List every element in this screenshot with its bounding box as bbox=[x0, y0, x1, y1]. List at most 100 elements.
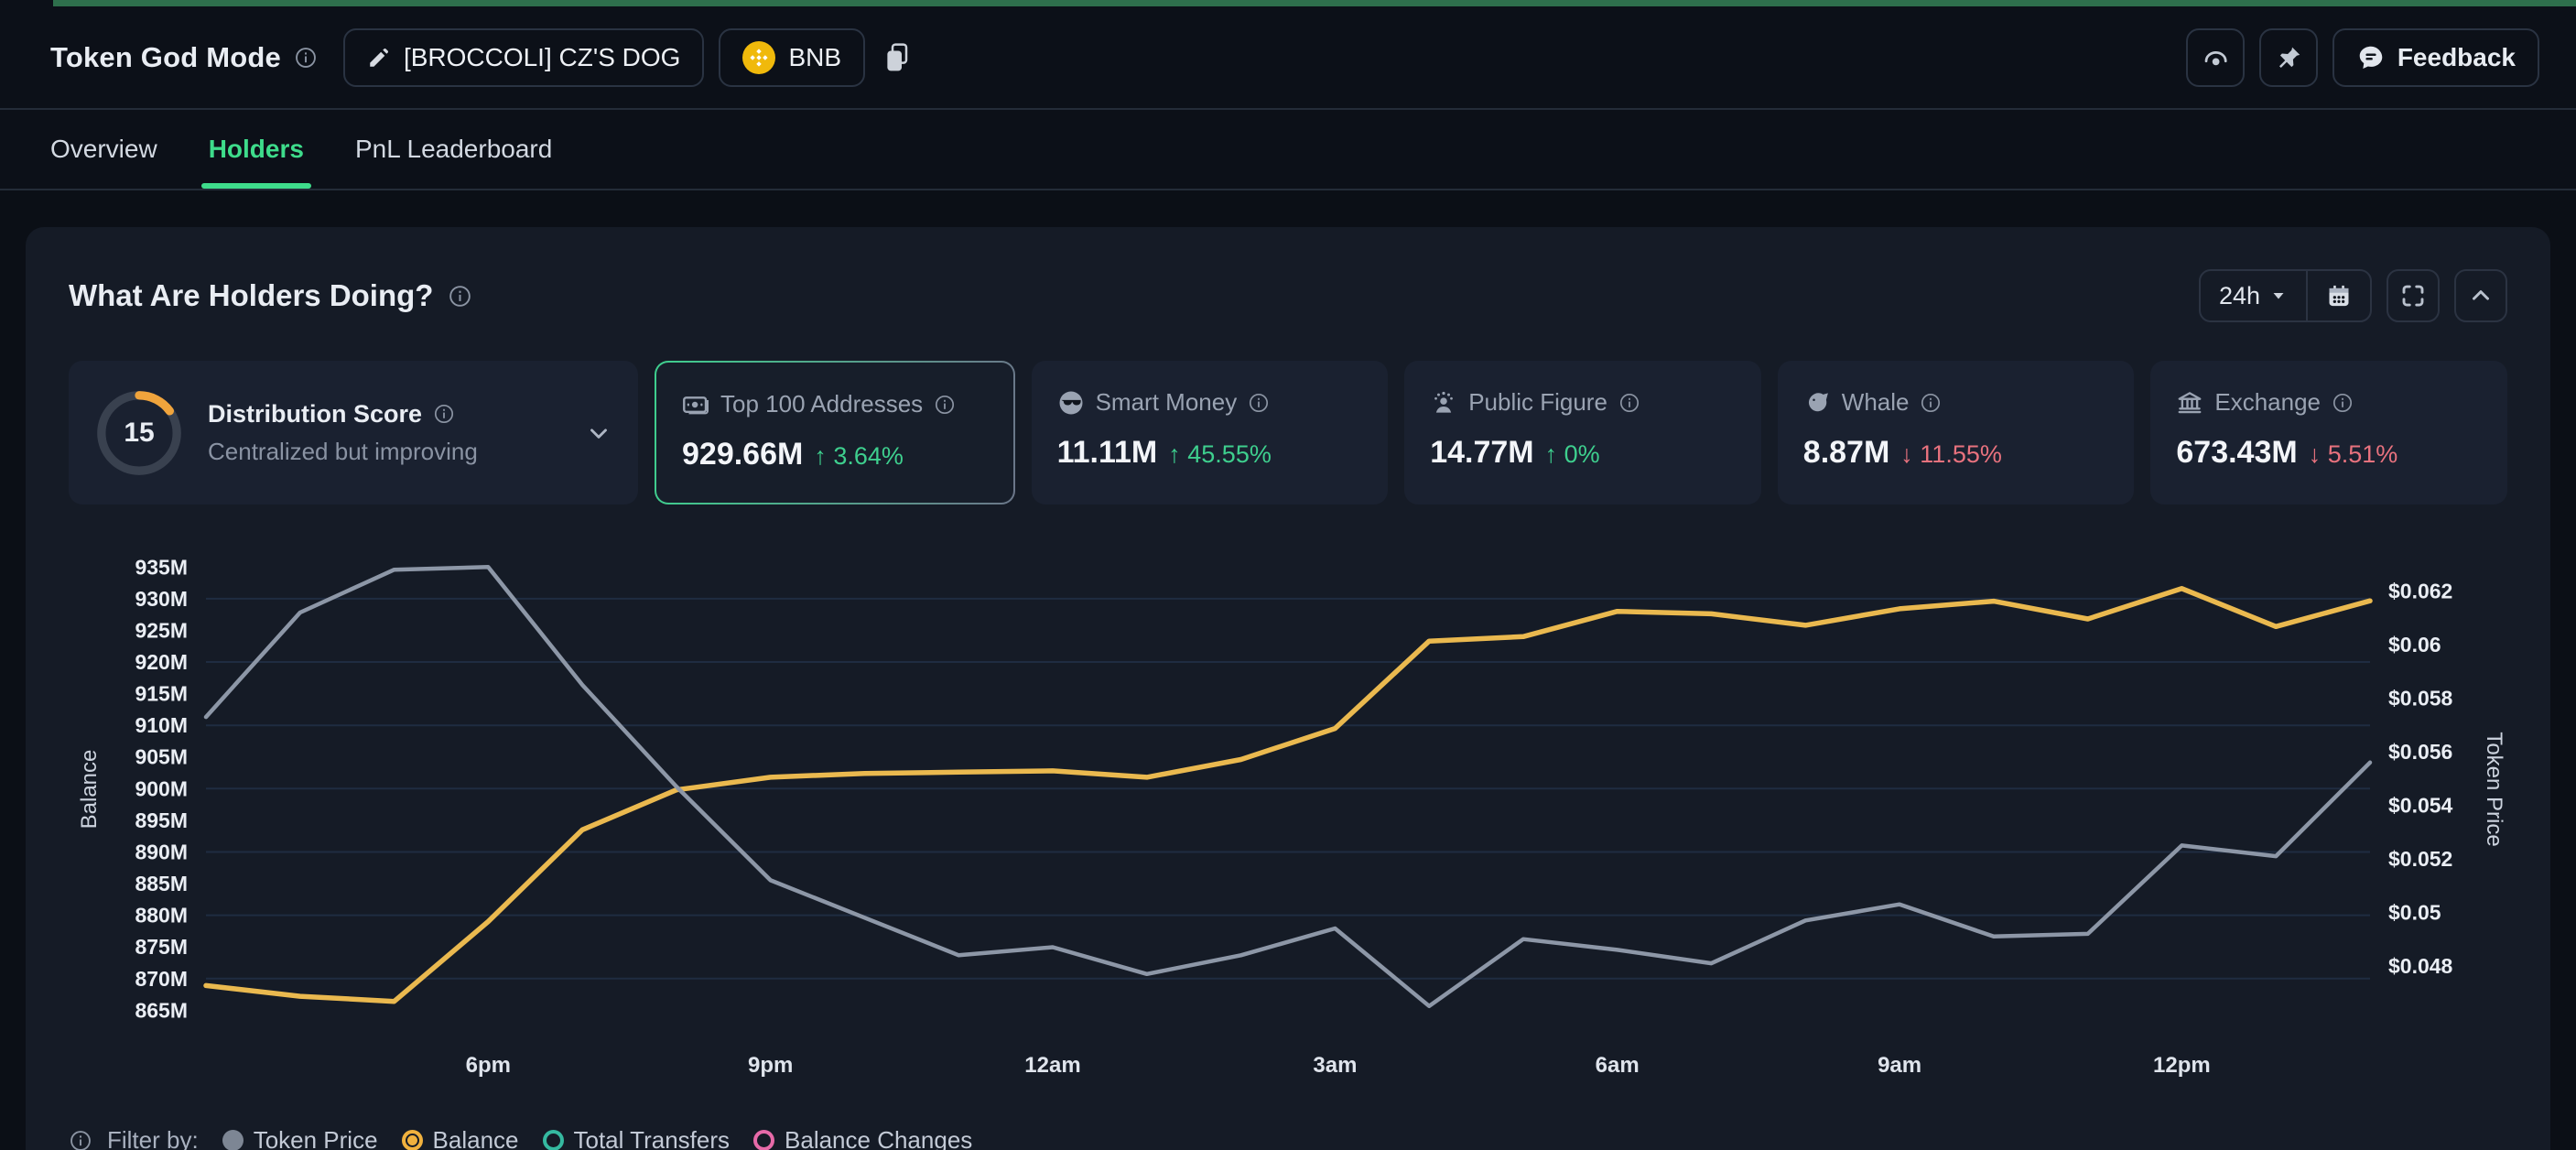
filter-label: Balance Changes bbox=[785, 1126, 972, 1150]
token-name: [BROCCOLI] CZ'S DOG bbox=[404, 43, 681, 72]
total-transfers-marker-icon bbox=[543, 1130, 564, 1150]
token-selector[interactable]: [BROCCOLI] CZ'S DOG bbox=[343, 28, 705, 87]
filter-balance-changes[interactable]: Balance Changes bbox=[753, 1126, 972, 1150]
left-axis-tick: 915M bbox=[135, 682, 188, 706]
pencil-icon bbox=[367, 46, 391, 70]
left-axis-tick: 925M bbox=[135, 618, 188, 642]
x-axis-tick: 9am bbox=[1878, 1053, 1921, 1078]
info-icon[interactable] bbox=[433, 403, 455, 425]
stat-label: Exchange bbox=[2214, 388, 2321, 417]
timeframe-group: 24h bbox=[2199, 269, 2372, 322]
filter-total-transfers[interactable]: Total Transfers bbox=[543, 1126, 731, 1150]
stat-value: 673.43M bbox=[2176, 435, 2297, 471]
left-axis-tick: 895M bbox=[135, 808, 188, 832]
stat-card-whale[interactable]: Whale 8.87M ↓ 11.55% bbox=[1778, 361, 2135, 504]
chain-selector[interactable]: BNB bbox=[719, 28, 865, 87]
pin-button[interactable] bbox=[2259, 28, 2318, 87]
stat-card-exchange[interactable]: Exchange 673.43M ↓ 5.51% bbox=[2150, 361, 2507, 504]
left-axis-tick: 890M bbox=[135, 841, 188, 864]
stat-value: 8.87M bbox=[1803, 435, 1890, 471]
stat-change: ↓ 5.51% bbox=[2309, 440, 2398, 469]
main-content: What Are Holders Doing? 24h bbox=[0, 190, 2576, 1150]
left-axis-tick: 880M bbox=[135, 904, 188, 928]
info-icon[interactable] bbox=[1248, 392, 1270, 414]
tab-pnl-leaderboard[interactable]: PnL Leaderboard bbox=[355, 110, 552, 189]
chevron-down-icon bbox=[585, 419, 612, 447]
info-icon[interactable] bbox=[1920, 392, 1942, 414]
left-axis-tick: 935M bbox=[135, 555, 188, 579]
score-title: Distribution Score bbox=[208, 400, 422, 429]
x-axis-tick: 6am bbox=[1596, 1053, 1640, 1078]
public-figure-icon bbox=[1430, 389, 1457, 417]
right-axis-tick: $0.056 bbox=[2388, 740, 2452, 764]
stat-card-public-figure[interactable]: Public Figure 14.77M ↑ 0% bbox=[1404, 361, 1761, 504]
copy-address-button[interactable] bbox=[883, 41, 911, 74]
left-axis-title: Balance bbox=[77, 750, 102, 830]
filter-token-price[interactable]: Token Price bbox=[222, 1126, 378, 1150]
stat-cards-row: 15 Distribution Score Centralized but im… bbox=[69, 361, 2507, 504]
info-icon[interactable] bbox=[69, 1129, 92, 1150]
chart-controls: 24h bbox=[2199, 269, 2507, 322]
stat-label: Smart Money bbox=[1096, 388, 1238, 417]
timeframe-value: 24h bbox=[2219, 282, 2260, 310]
left-axis-tick: 885M bbox=[135, 872, 188, 895]
stat-value: 11.11M bbox=[1057, 435, 1158, 471]
info-icon[interactable] bbox=[2332, 392, 2354, 414]
filter-balance[interactable]: Balance bbox=[402, 1126, 519, 1150]
right-axis-tick: $0.062 bbox=[2388, 580, 2452, 603]
distribution-score-gauge: 15 bbox=[94, 388, 184, 478]
stat-card-top-100-addresses[interactable]: Top 100 Addresses 929.66M ↑ 3.64% bbox=[655, 361, 1015, 504]
filter-label: Balance bbox=[433, 1126, 519, 1150]
info-icon[interactable] bbox=[448, 284, 472, 309]
holders-activity-card: What Are Holders Doing? 24h bbox=[26, 227, 2550, 1150]
info-icon[interactable] bbox=[1618, 392, 1640, 414]
stat-change: ↑ 3.64% bbox=[814, 442, 904, 471]
smart-money-icon bbox=[1057, 389, 1085, 417]
calendar-icon bbox=[2326, 283, 2352, 309]
info-icon[interactable] bbox=[934, 394, 956, 416]
timeframe-dropdown[interactable]: 24h bbox=[2201, 271, 2306, 320]
bnb-logo-icon bbox=[742, 41, 775, 74]
calendar-button[interactable] bbox=[2308, 271, 2370, 320]
exchange-icon bbox=[2176, 389, 2203, 417]
x-axis-tick: 12pm bbox=[2153, 1053, 2211, 1078]
feedback-button[interactable]: Feedback bbox=[2332, 28, 2539, 87]
tab-bar: Overview Holders PnL Leaderboard bbox=[0, 110, 2576, 190]
watch-button[interactable] bbox=[2186, 28, 2245, 87]
stat-change: ↓ 11.55% bbox=[1900, 440, 2002, 469]
stat-value: 14.77M bbox=[1430, 435, 1533, 471]
balance-marker-icon bbox=[402, 1130, 423, 1150]
balance-price-chart[interactable]: 935M930M925M920M915M910M905M900M895M890M… bbox=[69, 532, 2507, 1081]
tab-overview[interactable]: Overview bbox=[50, 110, 157, 189]
chain-name: BNB bbox=[788, 43, 841, 72]
right-axis-tick: $0.048 bbox=[2388, 954, 2453, 978]
left-axis-tick: 875M bbox=[135, 935, 188, 959]
whale-icon bbox=[1803, 389, 1831, 417]
token-price-marker-icon bbox=[222, 1130, 244, 1150]
caret-down-icon bbox=[2269, 287, 2288, 305]
progress-bar bbox=[53, 0, 2576, 6]
left-axis-tick: 930M bbox=[135, 587, 188, 611]
left-axis-tick: 910M bbox=[135, 713, 188, 737]
section-title: What Are Holders Doing? bbox=[69, 278, 433, 313]
card-header: What Are Holders Doing? 24h bbox=[69, 269, 2507, 322]
distribution-score-card[interactable]: 15 Distribution Score Centralized but im… bbox=[69, 361, 638, 504]
collapse-button[interactable] bbox=[2454, 269, 2507, 322]
stat-value: 929.66M bbox=[682, 437, 803, 472]
chevron-up-icon bbox=[2467, 282, 2495, 309]
stat-label: Top 100 Addresses bbox=[720, 390, 923, 418]
left-axis-tick: 865M bbox=[135, 998, 188, 1022]
banknote-icon bbox=[682, 391, 709, 418]
pin-icon bbox=[2275, 44, 2302, 71]
tab-holders[interactable]: Holders bbox=[209, 110, 304, 189]
x-axis-tick: 12am bbox=[1024, 1053, 1080, 1078]
filter-label: Total Transfers bbox=[574, 1126, 731, 1150]
fullscreen-button[interactable] bbox=[2387, 269, 2440, 322]
copy-icon bbox=[883, 41, 911, 74]
right-axis-tick: $0.054 bbox=[2388, 794, 2453, 818]
score-subtitle: Centralized but improving bbox=[208, 438, 478, 466]
info-icon[interactable] bbox=[294, 46, 318, 70]
stat-card-smart-money[interactable]: Smart Money 11.11M ↑ 45.55% bbox=[1032, 361, 1389, 504]
balance-line bbox=[206, 589, 2370, 1002]
eye-icon bbox=[2202, 44, 2229, 71]
